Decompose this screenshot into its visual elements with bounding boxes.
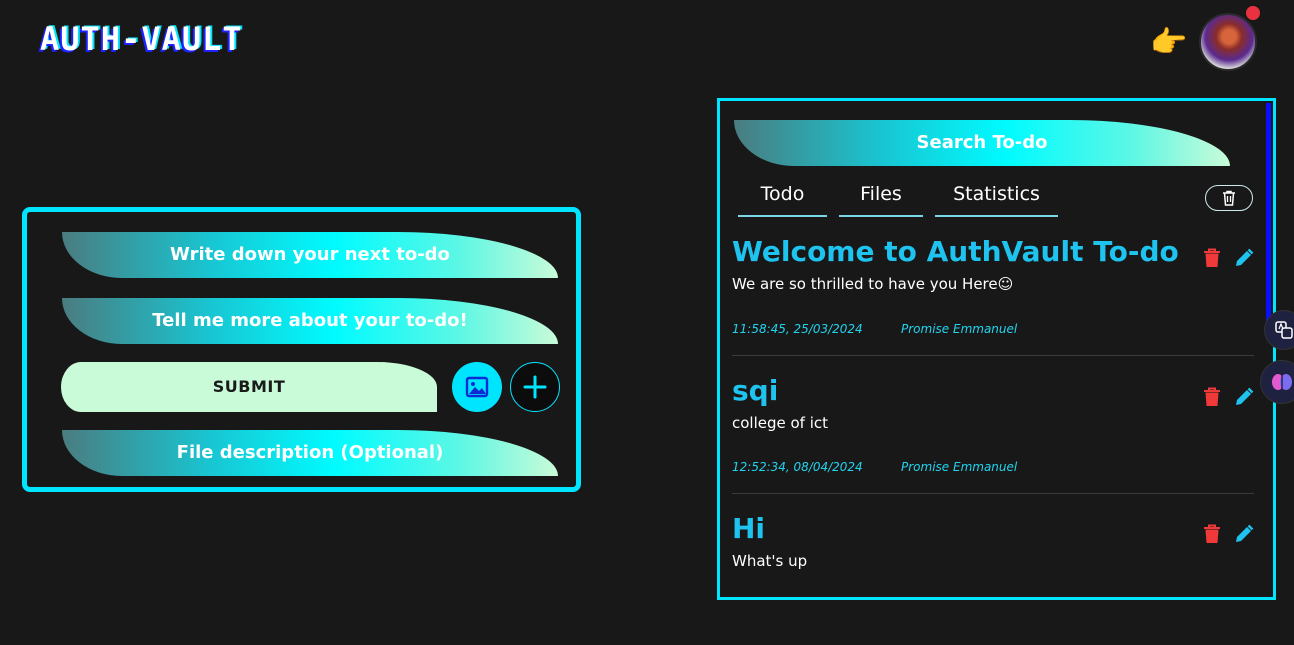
- todo-details-input[interactable]: Tell me more about your to-do!: [62, 298, 558, 344]
- edit-icon: [1236, 248, 1254, 266]
- tab-statistics[interactable]: Statistics: [935, 173, 1058, 217]
- edit-todo-button[interactable]: [1232, 385, 1256, 409]
- submit-button[interactable]: SUBMIT: [61, 362, 437, 412]
- todo-author: Promise Emmanuel: [901, 460, 1018, 474]
- edit-icon: [1236, 387, 1254, 405]
- todo-description: college of ict: [732, 414, 829, 432]
- search-input[interactable]: Search To-do: [734, 120, 1230, 166]
- todo-description: What's up: [732, 552, 808, 570]
- translate-icon: [1275, 321, 1293, 339]
- add-button[interactable]: [510, 362, 560, 412]
- delete-todo-button[interactable]: [1200, 246, 1224, 270]
- todo-panel: Search To-do Todo Files Statistics Welco…: [717, 98, 1276, 600]
- divider: [732, 355, 1254, 356]
- file-description-input[interactable]: File description (Optional): [62, 430, 558, 476]
- plus-icon: [523, 375, 547, 399]
- notification-dot: [1244, 4, 1262, 22]
- delete-icon: [1204, 524, 1220, 543]
- todo-author: Promise Emmanuel: [901, 322, 1018, 336]
- image-icon: [465, 376, 489, 398]
- delete-todo-button[interactable]: [1200, 522, 1224, 546]
- todo-item: Hi What's up: [732, 512, 1254, 570]
- search-placeholder: Search To-do: [916, 132, 1048, 153]
- brain-icon: [1272, 374, 1292, 390]
- todo-title: Welcome to AuthVault To-do: [732, 235, 1179, 268]
- edit-icon: [1236, 524, 1254, 542]
- delete-icon: [1204, 248, 1220, 267]
- todo-description: We are so thrilled to have you Here☺: [732, 275, 1014, 293]
- tab-todo[interactable]: Todo: [738, 173, 827, 217]
- edit-todo-button[interactable]: [1232, 522, 1256, 546]
- clear-all-button[interactable]: [1205, 185, 1253, 211]
- user-avatar[interactable]: [1199, 13, 1257, 71]
- divider: [732, 493, 1254, 494]
- upload-image-button[interactable]: [452, 362, 502, 412]
- edit-todo-button[interactable]: [1232, 246, 1256, 270]
- tab-files[interactable]: Files: [839, 173, 923, 217]
- trash-icon: [1223, 190, 1235, 206]
- app-logo[interactable]: AUTH-VAULT: [40, 20, 243, 58]
- delete-icon: [1204, 387, 1220, 406]
- scrollbar[interactable]: [1266, 103, 1271, 335]
- todo-item: Welcome to AuthVault To-do We are so thr…: [732, 235, 1254, 293]
- delete-todo-button[interactable]: [1200, 385, 1224, 409]
- todo-timestamp: 12:52:34, 08/04/2024: [732, 460, 863, 474]
- todo-title-input[interactable]: Write down your next to-do: [62, 232, 558, 278]
- todo-timestamp: 11:58:45, 25/03/2024: [732, 322, 863, 336]
- todo-title: Hi: [732, 512, 766, 545]
- todo-form: Write down your next to-do Tell me more …: [22, 207, 581, 492]
- todo-title: sqi: [732, 374, 779, 407]
- pointing-hand-icon: 👉: [1150, 25, 1188, 60]
- todo-item: sqi college of ict: [732, 374, 1254, 432]
